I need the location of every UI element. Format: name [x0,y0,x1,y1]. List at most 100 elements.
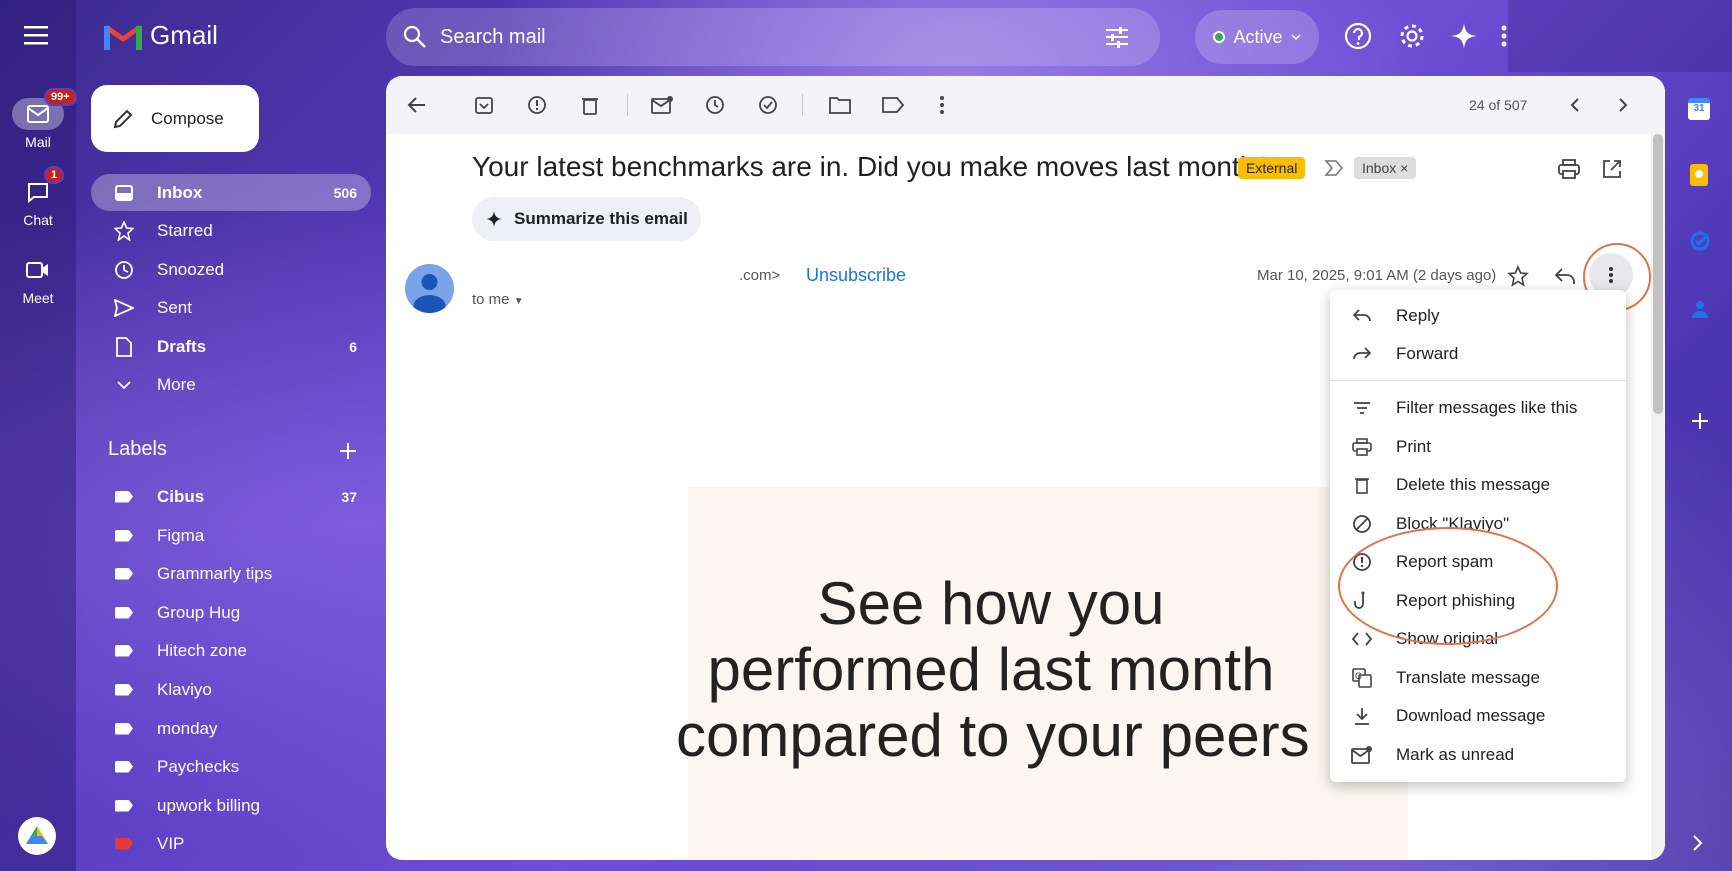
chevron-left-icon[interactable] [1562,92,1588,118]
label-icon[interactable] [880,92,906,118]
label-item-vip[interactable]: VIP [91,825,371,862]
search-bar[interactable]: Search mail [386,8,1160,66]
label-name: upwork billing [157,795,260,815]
label-item-upwork-billing[interactable]: upwork billing [91,787,371,824]
caret-down-icon [1290,34,1301,40]
draft-icon [113,336,135,358]
label-tag-icon [113,795,135,817]
star-icon[interactable] [1507,265,1529,287]
add-label-icon[interactable] [338,441,360,463]
nav-item-starred[interactable]: Starred [91,212,371,249]
move-to-folder-icon[interactable] [827,92,853,118]
label-name: Hitech zone [157,640,247,660]
label-name: Cibus [157,486,205,506]
add-addon-icon[interactable] [1690,411,1710,431]
recipient-dropdown[interactable]: to me ▼ [472,291,524,308]
expand-panel-icon[interactable] [1692,834,1706,852]
menu-item-filter[interactable]: Filter messages like this [1330,390,1626,426]
menu-item-forward[interactable]: Forward [1330,336,1626,372]
account-area[interactable] [1508,0,1732,72]
summarize-label: Summarize this email [514,209,688,228]
caret-down-icon: ▼ [513,296,524,307]
label-tag-icon [113,486,135,508]
label-item-cibus[interactable]: Cibus 37 [91,478,371,515]
remove-label-icon[interactable]: × [1400,160,1408,176]
rail-item-meet[interactable]: Meet [0,254,76,306]
status-selector[interactable]: Active [1195,10,1319,64]
report-spam-icon[interactable] [524,92,550,118]
menu-item-print[interactable]: Print [1330,429,1626,465]
gemini-sparkle-icon[interactable] [1450,22,1478,50]
hero-line: compared to your peers [676,702,1310,769]
menu-item-reply[interactable]: Reply [1330,298,1626,334]
calendar-app-icon[interactable]: 31 [1688,98,1710,120]
nav-label-more: More [157,374,196,394]
menu-label: Print [1396,437,1431,456]
email-date: Mar 10, 2025, 9:01 AM (2 days ago) [1257,267,1497,284]
mark-unread-icon[interactable] [649,92,675,118]
label-item-hitech-zone[interactable]: Hitech zone [91,632,371,669]
scrollbar-thumb[interactable] [1653,134,1663,414]
gmail-logo[interactable]: Gmail [104,20,218,51]
back-arrow-icon[interactable] [403,92,429,118]
label-item-group-hug[interactable]: Group Hug [91,594,371,631]
filter-icon [1350,396,1374,420]
side-panel-rail: 31 [1665,76,1732,871]
menu-item-mark-unread[interactable]: Mark as unread [1330,737,1626,773]
chevron-right-icon[interactable] [1610,92,1636,118]
nav-item-sent[interactable]: Sent [91,289,371,326]
nav-item-drafts[interactable]: Drafts 6 [91,328,371,365]
label-tag-icon [113,756,135,778]
mail-badge: 99+ [44,88,77,106]
label-item-figma[interactable]: Figma [91,517,371,554]
status-label: Active [1233,26,1283,47]
add-task-icon[interactable] [756,92,782,118]
compose-button[interactable]: Compose [91,85,259,152]
search-placeholder: Search mail [440,25,546,48]
keep-app-icon[interactable] [1690,164,1708,186]
label-item-grammarly[interactable]: Grammarly tips [91,555,371,592]
settings-gear-icon[interactable] [1398,22,1426,50]
snooze-clock-icon[interactable] [702,92,728,118]
label-name: Klaviyo [157,679,212,699]
tasks-app-icon[interactable] [1689,230,1711,252]
nav-item-snoozed[interactable]: Snoozed [91,251,371,288]
main-menu-icon[interactable] [24,24,50,46]
label-item-monday[interactable]: monday [91,710,371,747]
contacts-app-icon[interactable] [1689,298,1711,320]
sender-avatar[interactable] [405,264,454,313]
nav-count-inbox: 506 [333,184,357,201]
menu-label: Delete this message [1396,475,1551,494]
label-item-klaviyo[interactable]: Klaviyo [91,671,371,708]
search-options-icon[interactable] [1104,26,1130,48]
rail-label-mail: Mail [25,134,51,150]
label-name: Grammarly tips [157,563,273,583]
more-vertical-icon[interactable] [929,92,955,118]
rail-label-meet: Meet [22,290,54,306]
google-drive-app-icon[interactable] [18,817,56,855]
menu-item-translate[interactable]: G Translate message [1330,660,1626,696]
trash-icon[interactable] [577,92,603,118]
reply-icon[interactable] [1554,267,1576,285]
mark-unread-icon [1350,743,1374,767]
open-in-new-window-icon[interactable] [1602,159,1622,179]
inbox-chip[interactable]: Inbox × [1354,157,1417,179]
print-icon[interactable] [1558,159,1580,179]
rail-label-chat: Chat [23,212,53,228]
menu-label: Filter messages like this [1396,398,1578,417]
menu-item-delete[interactable]: Delete this message [1330,467,1626,503]
rail-item-mail[interactable]: 99+ Mail [0,88,77,150]
labels-heading: Labels [108,438,167,460]
nav-item-more[interactable]: More [91,366,371,403]
help-icon[interactable] [1344,22,1372,50]
archive-icon[interactable] [471,92,497,118]
translate-icon: G [1350,666,1374,690]
summarize-email-button[interactable]: Summarize this email [472,197,701,241]
rail-item-chat[interactable]: 1 Chat [0,166,76,228]
importance-marker-icon[interactable] [1324,159,1344,177]
label-item-paychecks[interactable]: Paychecks [91,748,371,785]
nav-item-inbox[interactable]: Inbox 506 [91,174,371,211]
unsubscribe-link[interactable]: Unsubscribe [806,265,906,286]
menu-item-download[interactable]: Download message [1330,698,1626,734]
nav-count-drafts: 6 [349,338,357,355]
